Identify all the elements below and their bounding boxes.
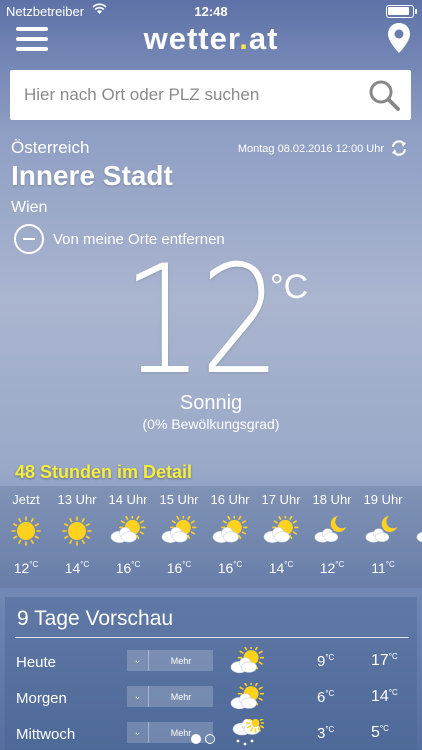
sun-cloud-icon (212, 514, 248, 546)
refresh-icon[interactable] (390, 139, 408, 157)
sun-cloud-icon (161, 514, 197, 546)
app-logo: wetter.at (143, 21, 279, 56)
current-cloudiness: (0% Bewölkungsgrad) (142, 416, 280, 432)
app-header: wetter.at (0, 22, 422, 60)
hour-item[interactable]: 16 Uhr 16°C (205, 486, 255, 588)
hour-temp: 11°C (371, 560, 395, 576)
battery-icon (386, 5, 417, 18)
day-min-temp: 3°C (317, 725, 335, 742)
sun-cloud-icon (110, 514, 146, 546)
more-button[interactable]: ⌄ Mehr (127, 650, 213, 671)
day-max-temp: 17°C (371, 652, 398, 669)
hour-label: 15 Uhr (159, 492, 199, 507)
more-button[interactable]: ⌄ Mehr (127, 686, 213, 707)
hour-label: 17 Uhr (261, 492, 301, 507)
hour-temp: 12°C (319, 560, 345, 576)
hour-temp: 16°C (115, 560, 141, 576)
divider (15, 637, 409, 638)
forecast-title: 9 Tage Vorschau (17, 607, 174, 630)
sun-icon (59, 516, 95, 546)
hour-temp: 14°C (268, 560, 294, 576)
day-max-temp: 5°C (371, 724, 389, 741)
current-temperature: 12 (122, 234, 281, 408)
search-bar (10, 70, 411, 120)
hour-label: 18 Uhr (312, 492, 352, 507)
forecast-day-row[interactable]: Heute ⌄ Mehr 9°C 17°C (5, 644, 417, 682)
hour-item[interactable]: Jetzt 12°C (1, 486, 51, 588)
hour-label: 14 Uhr (108, 492, 148, 507)
search-input[interactable] (24, 70, 354, 120)
update-datetime: Montag 08.02.2016 12:00 Uhr (237, 143, 384, 155)
hour-label: Jetzt (12, 492, 40, 507)
hour-temp: 12°C (13, 560, 39, 576)
location-pin-icon[interactable] (386, 22, 412, 54)
hour-label: 13 Uhr (57, 492, 97, 507)
hour-temp: 16°C (166, 560, 192, 576)
page-dot-active[interactable] (191, 734, 201, 744)
city-name: Innere Stadt (11, 160, 173, 191)
sun-cloud-icon (263, 514, 299, 546)
current-temperature-unit: °C (270, 268, 309, 306)
hourly-strip[interactable]: Jetzt 12°C 13 Uhr 14°C 14 Uhr 16°C 15 Uh… (0, 486, 422, 588)
hour-label: 16 Uhr (210, 492, 250, 507)
hour-item[interactable]: 15 Uhr 16°C (154, 486, 204, 588)
cloud-snow-icon (230, 713, 266, 747)
day-max-temp: 14°C (371, 688, 398, 705)
hour-item[interactable]: 13 Uhr 14°C (52, 486, 102, 588)
page-indicator[interactable] (191, 734, 215, 744)
hour-item[interactable]: 20 (409, 486, 422, 588)
search-icon[interactable] (367, 78, 401, 112)
day-min-temp: 9°C (317, 653, 335, 670)
hour-temp: 14°C (64, 560, 90, 576)
region-name: Wien (11, 199, 48, 216)
sun-cloud-icon (230, 644, 265, 675)
day-min-temp: 6°C (317, 689, 335, 706)
day-name: Mittwoch (16, 726, 76, 743)
hour-label: 19 Uhr (363, 492, 403, 507)
chevron-down-icon: ⌄ (127, 722, 149, 743)
hourly-detail-link[interactable]: 48 Stunden im Detail (15, 462, 192, 483)
forecast-day-row[interactable]: Morgen ⌄ Mehr 6°C 14°C (5, 680, 417, 718)
sun-icon (8, 516, 44, 546)
clock: 12:48 (194, 4, 228, 19)
hour-item[interactable]: 17 Uhr 14°C (256, 486, 306, 588)
hour-temp: 16°C (217, 560, 243, 576)
chevron-down-icon: ⌄ (127, 686, 149, 707)
moon-cloud-icon (365, 516, 401, 546)
sun-cloud-icon (230, 680, 265, 711)
hour-item[interactable]: 18 Uhr 12°C (307, 486, 357, 588)
current-condition: Sonnig (179, 392, 243, 414)
day-name: Morgen (16, 690, 67, 707)
nine-day-forecast: 9 Tage Vorschau Heute ⌄ Mehr 9°C 17°C Mo… (5, 597, 417, 750)
hour-item[interactable]: 14 Uhr 16°C (103, 486, 153, 588)
chevron-down-icon: ⌄ (127, 650, 149, 671)
hour-label: 20 (409, 492, 422, 507)
country-label: Österreich (11, 138, 90, 157)
hour-item[interactable]: 19 Uhr 11°C (358, 486, 408, 588)
moon-cloud-icon (314, 516, 350, 546)
moon-cloud-icon (416, 516, 422, 546)
status-bar: Netzbetreiber 12:48 (0, 0, 422, 22)
day-name: Heute (16, 654, 57, 671)
page-dot[interactable] (205, 734, 215, 744)
